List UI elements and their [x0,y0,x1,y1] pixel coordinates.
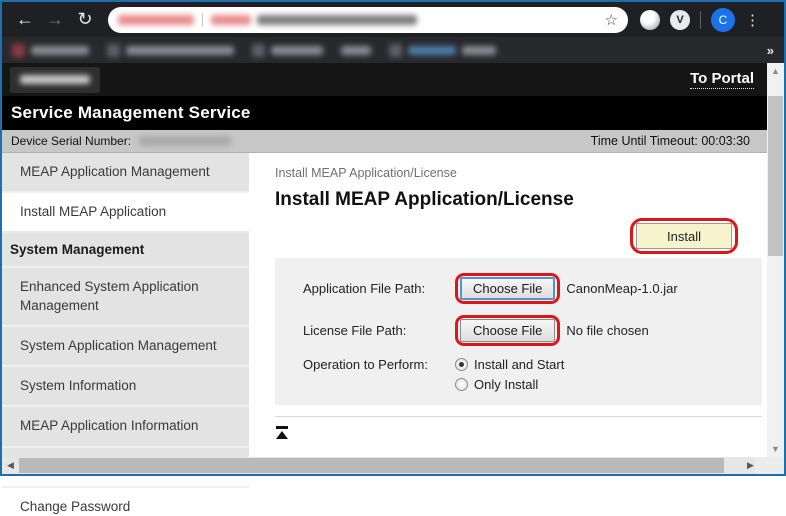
sidebar-item-meap-application-management[interactable]: MEAP Application Management [2,153,249,193]
profile-avatar[interactable]: C [711,8,735,32]
application-file-row: Application File Path: Choose File Canon… [303,273,762,304]
radio-option-only-install[interactable]: Only Install [455,377,564,392]
device-serial-redacted [139,136,231,146]
install-annotation-ring: Install [630,218,738,254]
bookmark-item[interactable] [107,44,234,57]
vertical-scrollbar-thumb[interactable] [768,96,783,256]
sidebar-item-system-information[interactable]: System Information [2,367,249,407]
scrollbar-corner [755,457,784,474]
vertical-scrollbar[interactable]: ▲ ▼ [767,63,784,457]
bookmarks-bar: » [2,37,784,63]
bookmark-item[interactable] [252,44,323,57]
install-button[interactable]: Install [636,223,732,249]
scroll-down-icon[interactable]: ▼ [767,441,784,457]
license-file-value: No file chosen [566,323,648,338]
horizontal-scrollbar-thumb[interactable] [19,458,724,473]
form-separator [275,416,762,417]
install-form: Application File Path: Choose File Canon… [275,258,762,405]
sidebar-item-system-application-management[interactable]: System Application Management [2,327,249,367]
bookmark-label-redacted [408,46,456,55]
device-serial-label: Device Serial Number: [11,134,131,148]
browser-menu-icon[interactable]: ⋮ [745,11,760,29]
bookmark-favicon [389,44,402,57]
reload-icon[interactable]: ↻ [70,9,100,30]
application-file-label: Application File Path: [303,281,455,296]
operation-row: Operation to Perform: Install and Start … [303,357,762,392]
sidebar-item-enhanced-system-application-management[interactable]: Enhanced System Application Management [2,268,249,326]
operation-label: Operation to Perform: [303,357,455,372]
main-panel: Install MEAP Application/License Install… [249,153,784,460]
radio-icon-only-install[interactable] [455,378,468,391]
bookmark-label-redacted [271,46,323,55]
portal-topbar: To Portal [2,63,784,96]
bookmark-favicon [252,44,265,57]
service-title: Service Management Service [11,103,251,123]
license-choose-file-annotation-ring: Choose File [455,315,560,346]
device-name-blob [20,75,90,84]
scroll-up-icon[interactable]: ▲ [767,63,784,79]
license-file-label: License File Path: [303,323,455,338]
content: MEAP Application Management Install MEAP… [2,153,784,460]
bookmark-favicon [12,44,25,57]
install-button-row: Install [275,218,738,254]
radio-option-install-and-start[interactable]: Install and Start [455,357,564,372]
radio-label-install-and-start: Install and Start [474,357,564,372]
not-secure-redacted [118,15,194,25]
omnibox-divider [202,13,203,27]
operation-radio-group: Install and Start Only Install [455,357,564,392]
address-bar[interactable]: ☆ [108,7,628,33]
sms-header: Service Management Service [2,96,784,130]
application-choose-file-button[interactable]: Choose File [460,277,555,300]
sidebar-item-meap-application-information[interactable]: MEAP Application Information [2,407,249,447]
license-file-row: License File Path: Choose File No file c… [303,315,762,346]
browser-toolbar: ← → ↻ ☆ V C ⋮ [2,2,784,37]
forward-icon[interactable]: → [40,9,70,30]
radio-icon-install-and-start[interactable] [455,358,468,371]
application-file-value: CanonMeap-1.0.jar [566,281,677,296]
bookmark-label-redacted [31,46,89,55]
bookmark-label-redacted [341,46,371,55]
breadcrumb: Install MEAP Application/License [275,166,766,180]
sidebar-item-change-password[interactable]: Change Password [2,488,249,516]
toolbar-right: V C ⋮ [640,8,760,32]
extension-v-icon[interactable]: V [670,10,690,30]
bookmark-item[interactable] [389,44,496,57]
bookmark-item[interactable] [12,44,89,57]
back-to-top-icon[interactable] [275,426,289,439]
bookmark-label-redacted [462,46,496,55]
toolbar-divider [700,11,701,29]
top-icon-bar [276,426,288,429]
radio-label-only-install: Only Install [474,377,538,392]
back-icon[interactable]: ← [10,9,40,30]
to-portal-link[interactable]: To Portal [690,70,754,89]
timeout-text: Time Until Timeout: 00:03:30 [591,134,750,148]
url-redacted [257,15,417,25]
extension-icon[interactable] [640,10,660,30]
license-choose-file-button[interactable]: Choose File [460,319,555,342]
app-choose-file-annotation-ring: Choose File [455,273,560,304]
bookmark-item[interactable] [341,46,371,55]
bookmark-star-icon[interactable]: ☆ [605,11,618,29]
sidebar-section-system-management: System Management [2,233,249,268]
page-title: Install MEAP Application/License [275,189,766,211]
url-scheme-redacted [211,15,251,25]
scroll-left-icon[interactable]: ◀ [2,457,19,474]
bookmarks-overflow-icon[interactable]: » [767,43,774,58]
top-icon-triangle [276,431,288,439]
sidebar-menu: MEAP Application Management Install MEAP… [2,153,249,460]
bookmark-label-redacted [126,46,234,55]
sidebar-item-install-meap-application[interactable]: Install MEAP Application [2,193,249,233]
bookmark-favicon [107,44,120,57]
horizontal-scrollbar[interactable]: ◀ ▶ [2,457,759,474]
serial-bar: Device Serial Number: Time Until Timeout… [2,130,784,153]
device-name-redacted [10,67,100,93]
